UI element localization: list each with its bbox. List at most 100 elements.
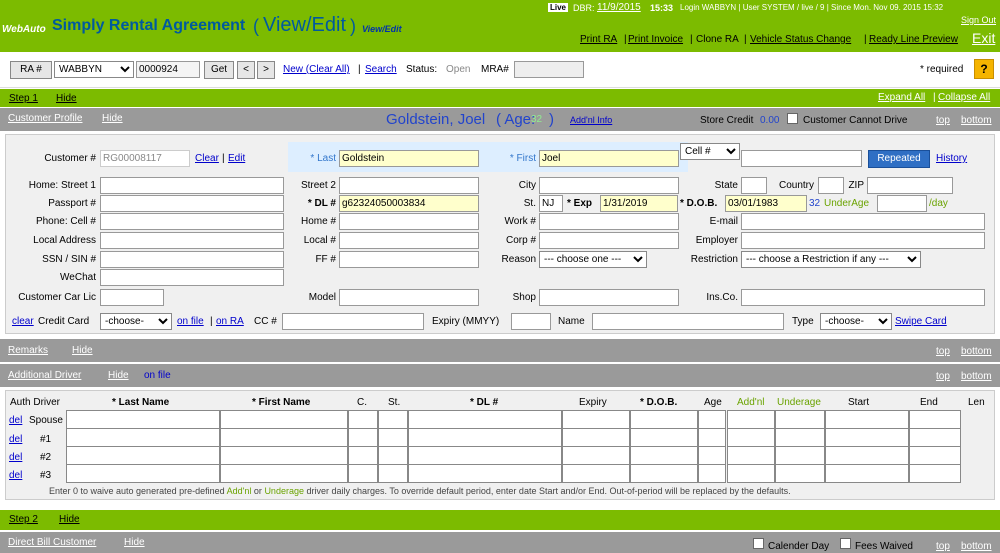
local-address-input[interactable]	[100, 232, 284, 249]
ra-number-input[interactable]	[136, 61, 200, 78]
expand-all-link[interactable]: Expand All	[878, 92, 925, 103]
driver-cell-r1-c6[interactable]	[630, 428, 698, 447]
driver-cell-r3-c2[interactable]	[348, 464, 378, 483]
remarks-bottom-link[interactable]: bottom	[961, 346, 992, 357]
customer-profile-link[interactable]: Customer Profile	[8, 113, 82, 124]
driver-cell-r0-c10[interactable]	[825, 410, 909, 429]
bottom-link[interactable]: bottom	[961, 115, 992, 126]
driver-cell-r0-c3[interactable]	[378, 410, 408, 429]
cc-on-ra-link[interactable]: on RA	[216, 316, 244, 327]
step2-link[interactable]: Step 2	[9, 514, 38, 525]
country-input[interactable]	[818, 177, 844, 194]
remarks-hide[interactable]: Hide	[72, 345, 93, 356]
passport-input[interactable]	[100, 195, 284, 212]
cc-number-input[interactable]	[282, 313, 424, 330]
driver-cell-r0-c11[interactable]	[909, 410, 961, 429]
restriction-select[interactable]: --- choose a Restriction if any ---	[741, 251, 921, 268]
driver-cell-r2-c2[interactable]	[348, 446, 378, 465]
driver-cell-r2-c11[interactable]	[909, 446, 961, 465]
driver-cell-r0-c4[interactable]	[408, 410, 562, 429]
driver-cell-r0-c1[interactable]	[220, 410, 348, 429]
driver-cell-r2-c6[interactable]	[630, 446, 698, 465]
sign-out-link[interactable]: Sign Out	[961, 15, 996, 25]
addl-bottom-link[interactable]: bottom	[961, 371, 992, 382]
driver-cell-r2-c10[interactable]	[825, 446, 909, 465]
step1-link[interactable]: Step 1	[9, 93, 38, 104]
driver-cell-r0-c8[interactable]	[727, 410, 775, 429]
driver-cell-r2-c3[interactable]	[378, 446, 408, 465]
addl-top-link[interactable]: top	[936, 371, 950, 382]
driver-cell-r1-c2[interactable]	[348, 428, 378, 447]
step1-hide[interactable]: Hide	[56, 93, 77, 104]
driver-cell-r3-c0[interactable]	[66, 464, 220, 483]
driver-cell-r2-c9[interactable]	[775, 446, 825, 465]
driver-cell-r1-c1[interactable]	[220, 428, 348, 447]
last-name-input[interactable]	[339, 150, 479, 167]
del-spouse-link[interactable]: del	[9, 415, 22, 426]
vehicle-status-change-link[interactable]: Vehicle Status Change	[750, 34, 851, 45]
credit-card-select[interactable]: -choose-	[100, 313, 172, 330]
ready-line-preview-link[interactable]: Ready Line Preview	[869, 34, 958, 45]
edit-customer-link[interactable]: Edit	[228, 153, 245, 164]
cc-name-input[interactable]	[592, 313, 784, 330]
driver-cell-r2-c5[interactable]	[562, 446, 630, 465]
driver-cell-r1-c3[interactable]	[378, 428, 408, 447]
corp-number-input[interactable]	[539, 232, 679, 249]
next-button[interactable]: >	[257, 61, 275, 79]
new-clear-all-link[interactable]: New (Clear All)	[283, 64, 350, 75]
driver-cell-r3-c4[interactable]	[408, 464, 562, 483]
addl-info-link[interactable]: Add'nl Info	[570, 115, 612, 125]
top-link[interactable]: top	[936, 115, 950, 126]
repeated-button[interactable]: Repeated	[868, 150, 930, 168]
work-phone-input[interactable]	[539, 213, 679, 230]
driver-cell-r1-c10[interactable]	[825, 428, 909, 447]
del-driver-1-link[interactable]: del	[9, 434, 22, 445]
driver-cell-r2-c0[interactable]	[66, 446, 220, 465]
history-link[interactable]: History	[936, 153, 967, 164]
driver-cell-r3-c7[interactable]	[698, 464, 726, 483]
shop-input[interactable]	[539, 289, 679, 306]
mra-input[interactable]	[514, 61, 584, 78]
street2-input[interactable]	[339, 177, 479, 194]
del-driver-2-link[interactable]: del	[9, 452, 22, 463]
cell-phone-input[interactable]	[100, 213, 284, 230]
employer-input[interactable]	[741, 232, 985, 249]
calendar-day-checkbox[interactable]	[753, 538, 764, 549]
driver-cell-r3-c5[interactable]	[562, 464, 630, 483]
ff-number-input[interactable]	[339, 251, 479, 268]
driver-cell-r0-c0[interactable]	[66, 410, 220, 429]
clone-ra-link[interactable]: Clone RA	[696, 34, 739, 45]
direct-bill-link[interactable]: Direct Bill Customer	[8, 537, 96, 548]
dl-exp-input[interactable]	[600, 195, 678, 212]
driver-cell-r1-c9[interactable]	[775, 428, 825, 447]
street1-input[interactable]	[100, 177, 284, 194]
print-ra-link[interactable]: Print RA	[580, 34, 617, 45]
cc-type-select[interactable]: -choose-	[820, 313, 892, 330]
driver-cell-r1-c0[interactable]	[66, 428, 220, 447]
phone-type-select[interactable]: Cell #	[680, 143, 740, 160]
driver-cell-r1-c5[interactable]	[562, 428, 630, 447]
driver-cell-r0-c5[interactable]	[562, 410, 630, 429]
driver-cell-r0-c9[interactable]	[775, 410, 825, 429]
get-button[interactable]: Get	[204, 61, 234, 79]
driver-cell-r0-c7[interactable]	[698, 410, 726, 429]
reason-select[interactable]: --- choose one ---	[539, 251, 647, 268]
driver-cell-r3-c11[interactable]	[909, 464, 961, 483]
ssn-input[interactable]	[100, 251, 284, 268]
city-input[interactable]	[539, 177, 679, 194]
phone-number-input[interactable]	[741, 150, 862, 167]
state-input[interactable]	[741, 177, 767, 194]
driver-cell-r1-c7[interactable]	[698, 428, 726, 447]
driver-cell-r3-c10[interactable]	[825, 464, 909, 483]
underage-fee-input[interactable]	[877, 195, 927, 212]
dl-input[interactable]	[339, 195, 479, 212]
wechat-input[interactable]	[100, 269, 284, 286]
search-link[interactable]: Search	[365, 64, 397, 75]
driver-cell-r0-c2[interactable]	[348, 410, 378, 429]
driver-cell-r3-c9[interactable]	[775, 464, 825, 483]
email-input[interactable]	[741, 213, 985, 230]
driver-cell-r3-c6[interactable]	[630, 464, 698, 483]
zip-input[interactable]	[867, 177, 953, 194]
driver-cell-r1-c4[interactable]	[408, 428, 562, 447]
driver-cell-r1-c8[interactable]	[727, 428, 775, 447]
